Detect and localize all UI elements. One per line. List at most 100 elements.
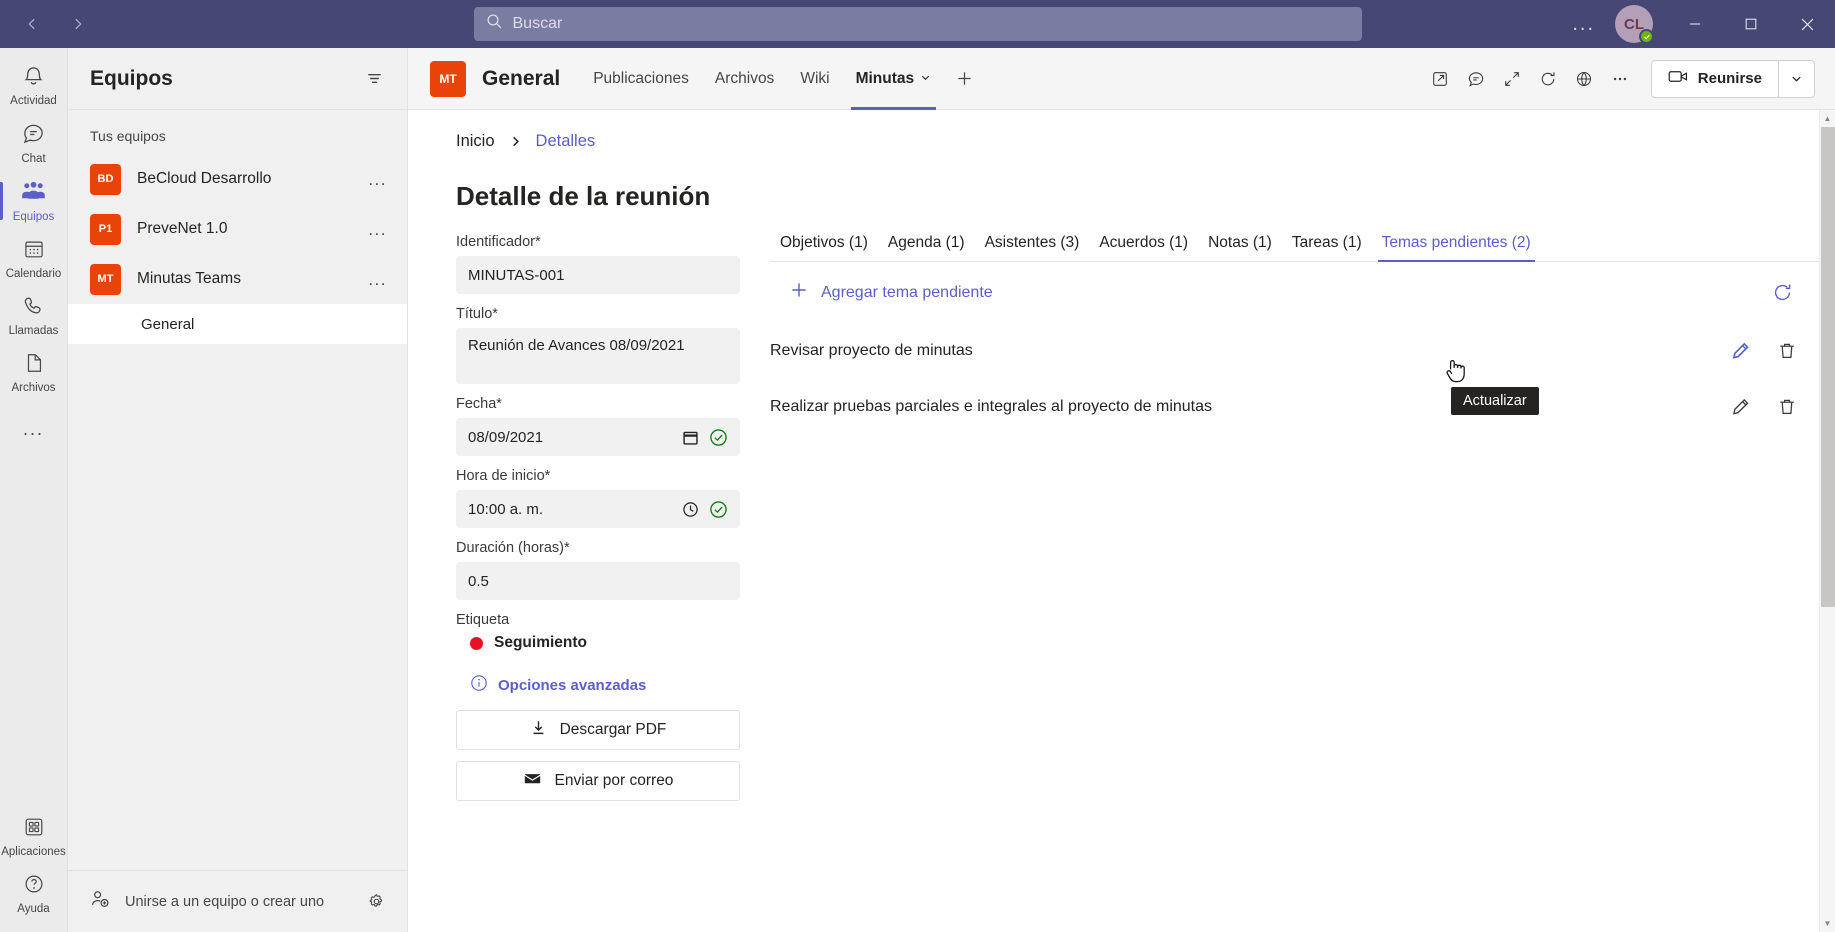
team-more-icon[interactable]: ... (362, 221, 393, 238)
globe-icon[interactable] (1567, 62, 1601, 96)
tab-minutas[interactable]: Minutas (843, 48, 945, 110)
tag-color-dot (470, 636, 483, 650)
back-icon[interactable] (20, 12, 44, 36)
scroll-down-icon[interactable]: ▼ (1824, 915, 1832, 932)
tab-wiki[interactable]: Wiki (787, 48, 842, 110)
topic-row: Realizar pruebas parciales e integrales … (770, 387, 1819, 427)
rail-more-icon[interactable]: ... (23, 401, 44, 458)
minimize-button[interactable] (1667, 0, 1723, 48)
forward-icon[interactable] (66, 12, 90, 36)
detail-tab-asistentes[interactable]: Asistentes (3) (975, 234, 1090, 261)
team-row[interactable]: MT Minutas Teams ... (68, 254, 407, 304)
detail-tab-objetivos[interactable]: Objetivos (1) (770, 234, 878, 261)
detail-tab-agenda[interactable]: Agenda (1) (878, 234, 975, 261)
rail-item-archivos[interactable]: Archivos (0, 344, 68, 401)
gear-icon[interactable] (361, 887, 391, 917)
help-icon (23, 873, 45, 900)
scrollbar-track[interactable] (1820, 127, 1835, 915)
rail-label: Aplicaciones (1, 846, 66, 858)
team-name: Minutas Teams (137, 270, 241, 287)
add-pending-topic-button[interactable]: Agregar tema pendiente (770, 281, 993, 304)
refresh-icon[interactable] (1531, 62, 1565, 96)
rail-item-calendario[interactable]: Calendario (0, 230, 68, 287)
team-name: PreveNet 1.0 (137, 220, 228, 237)
pencil-icon[interactable] (1730, 397, 1751, 418)
team-more-icon[interactable]: ... (362, 171, 393, 188)
detail-tab-temas-pendientes[interactable]: Temas pendientes (2) (1372, 234, 1541, 262)
ellipsis-icon[interactable] (1603, 62, 1637, 96)
history-nav (20, 12, 90, 36)
fecha-input[interactable]: 08/09/2021 (456, 418, 740, 456)
team-row[interactable]: P1 PreveNet 1.0 ... (68, 204, 407, 254)
download-pdf-button[interactable]: Descargar PDF (456, 710, 740, 750)
avatar[interactable]: CL (1615, 5, 1654, 44)
topic-actions (1730, 341, 1797, 362)
trash-icon[interactable] (1777, 341, 1797, 361)
breadcrumb-home[interactable]: Inicio (456, 132, 495, 151)
scrollbar-thumb[interactable] (1820, 127, 1835, 607)
titulo-input[interactable]: Reunión de Avances 08/09/2021 (456, 328, 740, 384)
rail-item-aplicaciones[interactable]: Aplicaciones (0, 808, 68, 865)
vertical-scrollbar[interactable]: ▲ ▼ (1819, 110, 1835, 932)
breadcrumb-current[interactable]: Detalles (536, 132, 596, 151)
settings-ellipsis-icon[interactable]: ... (1558, 14, 1609, 34)
channel-row-general[interactable]: General (68, 304, 407, 344)
chat-bubble-icon[interactable] (1459, 62, 1493, 96)
team-row[interactable]: BD BeCloud Desarrollo ... (68, 154, 407, 204)
calendar-icon[interactable] (682, 429, 699, 446)
refresh-icon[interactable] (1768, 278, 1797, 307)
breadcrumb: Inicio Detalles (430, 132, 1819, 151)
rail-item-actividad[interactable]: Actividad (0, 56, 68, 114)
channel-tabs: Publicaciones Archivos Wiki Minutas (580, 48, 984, 110)
rail-item-equipos[interactable]: Equipos (0, 172, 68, 230)
topic-text: Realizar pruebas parciales e integrales … (770, 398, 1213, 415)
search-input[interactable]: Buscar (473, 7, 1362, 41)
field-value: MINUTAS-001 (468, 266, 565, 284)
team-more-icon[interactable]: ... (362, 271, 393, 288)
advanced-options-link[interactable]: Opciones avanzadas (470, 674, 740, 696)
tab-publicaciones[interactable]: Publicaciones (580, 48, 702, 110)
rail-item-chat[interactable]: Chat (0, 114, 68, 172)
tab-label: Minutas (855, 69, 915, 87)
button-label: Descargar PDF (559, 721, 667, 738)
phone-icon (23, 295, 45, 322)
join-or-create-team-link[interactable]: Unirse a un equipo o crear uno (125, 894, 347, 910)
rail-label: Calendario (5, 268, 62, 280)
presence-available-icon (1639, 29, 1654, 44)
close-button[interactable] (1779, 0, 1835, 48)
teams-list: Tus equipos BD BeCloud Desarrollo ... P1… (68, 110, 407, 870)
duracion-input[interactable]: 0.5 (456, 562, 740, 600)
info-icon (470, 674, 488, 696)
field-value: 0.5 (468, 572, 489, 590)
expand-icon[interactable] (1495, 62, 1529, 96)
send-email-button[interactable]: Enviar por correo (456, 761, 740, 801)
open-in-new-icon[interactable] (1423, 62, 1457, 96)
chat-icon (22, 122, 45, 150)
rail-item-ayuda[interactable]: Ayuda (0, 865, 68, 922)
maximize-button[interactable] (1723, 0, 1779, 48)
detail-tab-tareas[interactable]: Tareas (1) (1282, 234, 1372, 261)
join-team-icon (90, 889, 111, 915)
rail-label: Equipos (12, 211, 55, 223)
detail-tab-notas[interactable]: Notas (1) (1198, 234, 1282, 261)
clock-icon[interactable] (682, 501, 699, 518)
hora-inicio-input[interactable]: 10:00 a. m. (456, 490, 740, 528)
scroll-up-icon[interactable]: ▲ (1824, 110, 1832, 127)
identificador-input[interactable]: MINUTAS-001 (456, 256, 740, 294)
meet-now-button[interactable]: Reunirse (1652, 61, 1778, 97)
teams-icon (21, 180, 46, 208)
tab-archivos[interactable]: Archivos (702, 48, 787, 110)
field-label-duracion: Duración (horas)* (456, 540, 570, 556)
detail-tab-acuerdos[interactable]: Acuerdos (1) (1089, 234, 1198, 261)
chevron-down-icon[interactable] (920, 70, 931, 88)
mail-icon (523, 769, 542, 793)
meet-options-chevron-down-icon[interactable] (1778, 60, 1814, 97)
add-tab-button[interactable] (944, 48, 984, 110)
rail-item-llamadas[interactable]: Llamadas (0, 287, 68, 344)
tab-label: Archivos (714, 69, 775, 87)
filter-icon[interactable] (359, 64, 389, 94)
trash-icon[interactable] (1777, 397, 1797, 417)
teams-panel-header: Equipos (68, 48, 407, 110)
field-label-etiqueta: Etiqueta (456, 612, 510, 628)
pencil-icon[interactable] (1730, 341, 1751, 362)
